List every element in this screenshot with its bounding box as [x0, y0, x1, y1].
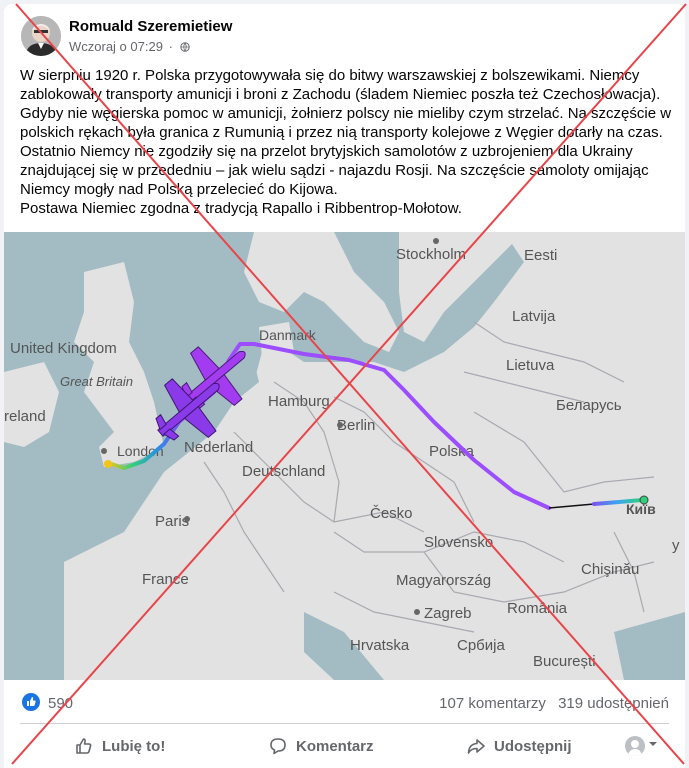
post-text-line: W sierpniu 1920 r. Polska przygotowywała…	[20, 67, 640, 84]
post-text-line: Ostatnio Niemcy nie zgodziły się na prze…	[20, 143, 633, 160]
engagement-counts: 107 komentarzy 319 udostępnień	[439, 695, 669, 712]
label-bucuresti: București	[533, 653, 596, 670]
label-stockholm: Stockholm	[396, 246, 466, 263]
post-actions: Lubię to! Komentarz Udostępnij	[4, 725, 685, 768]
share-label: Udostępnij	[494, 737, 572, 755]
label-hamburg: Hamburg	[268, 393, 330, 410]
label-deutschland: Deutschland	[242, 463, 325, 480]
comment-count[interactable]: 107 komentarzy	[439, 695, 546, 712]
label-hrvatska: Hrvatska	[350, 637, 410, 654]
label-edge-y: у	[672, 537, 680, 554]
label-france: France	[142, 571, 189, 588]
label-latvija: Latvija	[512, 308, 556, 325]
post-text-line: zablokowały transporty amunicji i broni …	[20, 86, 661, 103]
label-danmark: Danmark	[259, 327, 317, 343]
label-kyiv: Київ	[626, 501, 656, 517]
marker-zagreb	[414, 609, 420, 615]
marker-london	[101, 448, 107, 454]
label-nederland: Nederland	[184, 439, 253, 456]
comment-icon	[270, 738, 286, 755]
comment-button[interactable]: Komentarz	[268, 727, 374, 765]
label-united-kingdom: United Kingdom	[10, 340, 117, 357]
reaction-stats: 590 107 komentarzy 319 udostępnień	[4, 684, 685, 724]
post-text: W sierpniu 1920 r. Polska przygotowywała…	[20, 66, 675, 218]
divider	[20, 723, 669, 724]
label-lietuva: Lietuva	[506, 357, 555, 374]
label-eesti: Eesti	[524, 247, 557, 264]
share-icon	[467, 739, 485, 754]
label-cesko: Česko	[370, 505, 413, 522]
share-button[interactable]: Udostępnij	[466, 727, 572, 765]
post-card: Romuald Szeremietiew Wczoraj o 07:29 · W…	[4, 4, 685, 768]
europe-map: Stockholm Eesti Latvija Lietuva Беларусь…	[4, 232, 685, 680]
like-button[interactable]: Lubię to!	[74, 727, 165, 765]
label-magyarorszag: Magyarország	[396, 572, 491, 589]
post-text-line: znajdującej się w przededniu – jak wielu…	[20, 162, 649, 179]
post-text-line: Gdyby nie węgierska pomoc w amunicji, żo…	[20, 105, 672, 122]
label-slovensko: Slovensko	[424, 534, 493, 551]
author-name[interactable]: Romuald Szeremietiew	[69, 18, 232, 35]
label-great-britain: Great Britain	[60, 374, 133, 389]
user-icon	[628, 740, 642, 756]
label-romania: România	[507, 600, 568, 617]
avatar-portrait-icon	[21, 16, 61, 56]
label-belarus: Беларусь	[556, 397, 622, 414]
share-count[interactable]: 319 udostępnień	[558, 695, 669, 712]
like-label: Lubię to!	[102, 737, 166, 755]
label-ireland: reland	[4, 408, 46, 425]
caret-down-icon[interactable]	[648, 739, 658, 749]
marker-berlin	[337, 422, 343, 428]
flight-map-image[interactable]: Stockholm Eesti Latvija Lietuva Беларусь…	[4, 232, 685, 680]
label-chisinau: Chişinău	[581, 561, 639, 578]
post-text-line: polskich rękach była granica z Rumunią i…	[20, 124, 663, 141]
thumbs-up-outline-icon	[76, 738, 92, 754]
label-zagreb: Zagreb	[424, 605, 472, 622]
thumbs-up-icon[interactable]	[22, 693, 40, 711]
globe-icon	[179, 42, 190, 52]
label-srbija: Србија	[457, 637, 505, 654]
marker-paris	[184, 516, 190, 522]
post-timestamp[interactable]: Wczoraj o 07:29	[69, 39, 163, 54]
audience-avatar[interactable]	[625, 736, 645, 756]
post-text-line: Niemcy mogły nad Polską przelecieć do Ki…	[20, 181, 338, 198]
reaction-count[interactable]: 590	[48, 695, 73, 712]
post-meta: Wczoraj o 07:29 ·	[69, 39, 190, 54]
post-header: Romuald Szeremietiew Wczoraj o 07:29 ·	[4, 4, 685, 64]
comment-label: Komentarz	[296, 737, 374, 755]
author-avatar[interactable]	[21, 16, 61, 56]
meta-separator: ·	[168, 39, 173, 54]
label-paris: Paris	[155, 513, 189, 530]
marker-stockholm	[433, 238, 439, 244]
post-text-line: Postawa Niemiec zgodna z tradycją Rapall…	[20, 200, 462, 217]
